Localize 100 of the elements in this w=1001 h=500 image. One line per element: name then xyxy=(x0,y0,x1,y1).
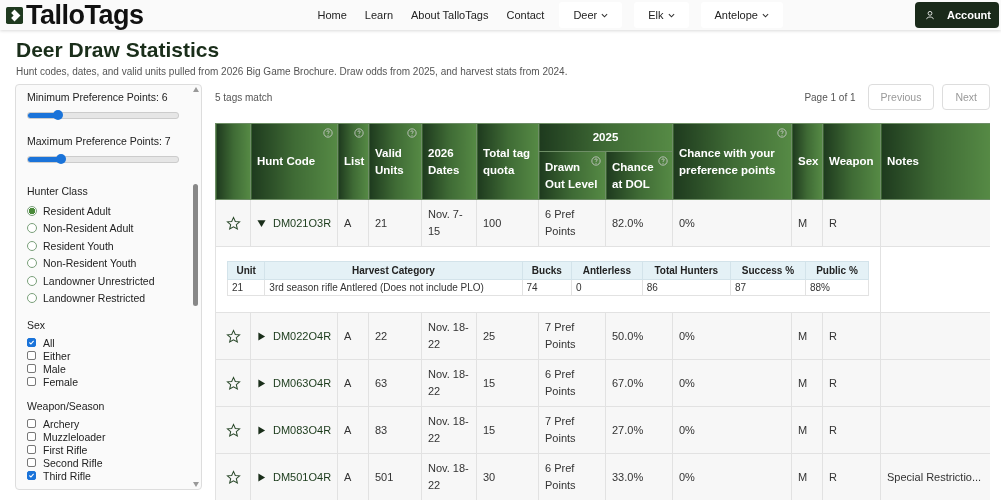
column-header: Harvest Category xyxy=(264,261,523,279)
table-cell: M xyxy=(798,329,808,342)
radio-button[interactable] xyxy=(27,275,37,286)
radio-label: Landowner Restricted xyxy=(43,292,146,305)
expand-toggle-icon[interactable] xyxy=(257,472,266,482)
checkbox-label: Third Rifle xyxy=(43,469,91,482)
table-cell: R xyxy=(829,216,837,229)
nav-link[interactable]: About TalloTags xyxy=(402,2,498,28)
checkbox[interactable] xyxy=(27,471,36,480)
table-cell: 0 xyxy=(576,281,582,293)
table-cell: 100 xyxy=(483,216,502,229)
table-cell: Nov. 18-22 xyxy=(428,462,469,491)
scrollbar[interactable] xyxy=(191,85,200,489)
checkbox-label: All xyxy=(43,336,55,349)
star-icon[interactable] xyxy=(225,422,241,438)
table-cell: 0% xyxy=(679,329,695,342)
radio-button[interactable] xyxy=(27,240,37,251)
table-cell: 3rd season rifle Antlered (Does not include PLO) xyxy=(269,281,484,293)
table-cell: A xyxy=(344,329,352,342)
nav-dropdown[interactable]: Antelope xyxy=(700,2,783,28)
table-cell: 74 xyxy=(526,281,538,293)
nav-dropdown[interactable]: Elk xyxy=(634,2,689,28)
column-header: Unit xyxy=(227,261,265,279)
table-cell: 50.0% xyxy=(612,329,644,342)
column-group-header: 2025 xyxy=(538,123,673,152)
table-cell: 0% xyxy=(679,376,695,389)
account-button[interactable]: Account xyxy=(915,2,999,28)
column-header: Chance at DOL xyxy=(612,160,654,190)
star-icon[interactable] xyxy=(225,375,241,391)
checkbox[interactable] xyxy=(27,377,36,386)
help-icon[interactable] xyxy=(407,128,417,138)
radio-label: Resident Adult xyxy=(43,204,111,217)
checkbox[interactable] xyxy=(27,458,36,467)
star-icon[interactable] xyxy=(225,215,241,231)
table-cell: A xyxy=(344,216,352,229)
radio-label: Landowner Unrestricted xyxy=(43,274,155,287)
table-cell: 0% xyxy=(679,470,695,483)
table-cell: Nov. 18-22 xyxy=(428,368,469,397)
table-cell: 63 xyxy=(375,376,388,389)
table-cell: 86 xyxy=(646,281,658,293)
expand-toggle-icon[interactable] xyxy=(257,378,266,388)
star-icon[interactable] xyxy=(225,328,241,344)
scroll-up-arrow-icon[interactable] xyxy=(192,87,199,92)
table-cell: 22 xyxy=(375,329,388,342)
checkbox-label: Second Rifle xyxy=(43,456,103,469)
checkbox[interactable] xyxy=(27,364,36,373)
table-cell: 67.0% xyxy=(612,376,644,389)
table-cell: 33.0% xyxy=(612,470,644,483)
table-cell: 82.0% xyxy=(612,216,644,229)
table-cell: M xyxy=(798,470,808,483)
section-heading: Sex xyxy=(27,319,47,331)
column-header: 2026 Dates xyxy=(428,146,460,176)
page-title: Deer Draw Statistics xyxy=(16,38,221,62)
table-cell: R xyxy=(829,423,837,436)
table-cell: 88% xyxy=(810,281,830,293)
radio-button[interactable] xyxy=(27,258,37,269)
scroll-down-arrow-icon[interactable] xyxy=(192,482,199,487)
checkbox[interactable] xyxy=(27,351,36,360)
table-cell: 15 xyxy=(483,376,496,389)
table-cell: Nov. 18-22 xyxy=(428,415,469,444)
table-cell: A xyxy=(344,376,352,389)
table-cell: 6 Pref Points xyxy=(545,368,576,397)
radio-button[interactable] xyxy=(27,223,37,234)
column-header: Notes xyxy=(887,155,919,167)
brand-name[interactable]: TalloTags xyxy=(26,1,144,29)
radio-label: Resident Youth xyxy=(43,239,114,252)
checkbox[interactable] xyxy=(27,445,36,454)
column-header: Chance with your preference points xyxy=(679,146,776,176)
slider[interactable] xyxy=(27,156,179,163)
column-header: Valid Units xyxy=(375,146,404,176)
nav-link[interactable]: Home xyxy=(308,2,356,28)
slider-label: Maximum Preference Points: 7 xyxy=(27,135,172,147)
table-cell: R xyxy=(829,329,837,342)
radio-button[interactable] xyxy=(27,205,37,216)
table-cell: 7 Pref Points xyxy=(545,321,576,350)
checkbox[interactable] xyxy=(27,338,36,347)
nav-link[interactable]: Contact xyxy=(497,2,554,28)
nav-link[interactable]: Learn xyxy=(355,2,402,28)
checkbox-label: Muzzleloader xyxy=(43,430,106,443)
expand-toggle-icon[interactable] xyxy=(257,218,266,228)
table-cell: 21 xyxy=(375,216,388,229)
slider-label: Minimum Preference Points: 6 xyxy=(27,91,169,103)
checkbox-label: First Rifle xyxy=(43,443,88,456)
logo-icon xyxy=(6,6,23,24)
checkbox[interactable] xyxy=(27,419,36,428)
table-cell: 83 xyxy=(375,423,388,436)
star-icon[interactable] xyxy=(225,469,241,485)
section-heading: Weapon/Season xyxy=(27,400,106,412)
radio-label: Non-Resident Adult xyxy=(43,222,134,235)
column-header: List xyxy=(344,155,365,167)
slider[interactable] xyxy=(27,112,179,119)
checkbox-label: Archery xyxy=(43,417,80,430)
table-cell: 6 Pref Points xyxy=(545,462,576,491)
caret-icon xyxy=(601,12,609,18)
checkbox[interactable] xyxy=(27,432,36,441)
help-icon[interactable] xyxy=(354,128,364,138)
expand-toggle-icon[interactable] xyxy=(257,425,266,435)
expand-toggle-icon[interactable] xyxy=(257,331,266,341)
radio-button[interactable] xyxy=(27,293,37,304)
nav-dropdown[interactable]: Deer xyxy=(559,2,623,28)
